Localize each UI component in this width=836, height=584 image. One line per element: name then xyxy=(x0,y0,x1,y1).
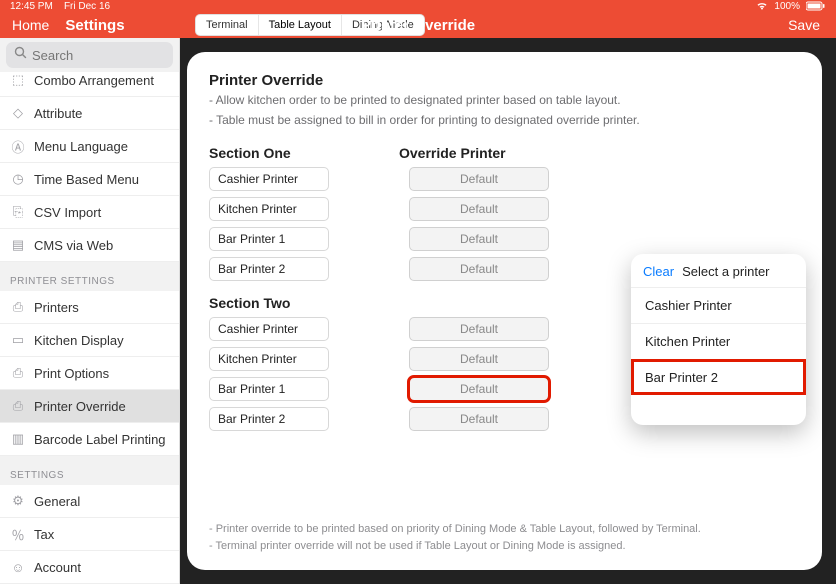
printer-chip[interactable]: Kitchen Printer xyxy=(209,197,329,221)
language-icon: Ⓐ xyxy=(10,138,26,154)
account-icon: ☺ xyxy=(10,559,26,575)
popover-clear-button[interactable]: Clear xyxy=(643,264,674,279)
footnote2: - Terminal printer override will not be … xyxy=(209,538,800,555)
options-icon: ⎙ xyxy=(10,365,26,381)
wifi-icon xyxy=(756,1,768,11)
sidebar-item-attribute[interactable]: ◇ Attribute xyxy=(0,97,179,130)
printer-chip[interactable]: Bar Printer 2 xyxy=(209,407,329,431)
printer-chip[interactable]: Bar Printer 1 xyxy=(209,377,329,401)
override-button[interactable]: Default xyxy=(409,227,549,251)
barcode-icon: ▥ xyxy=(10,431,26,447)
sidebar-item-label: Printers xyxy=(34,300,79,315)
sidebar: ⬚ Combo Arrangement ◇ Attribute Ⓐ Menu Lang… xyxy=(0,38,180,584)
sidebar-section-settings: SETTINGS xyxy=(0,456,179,485)
nav-settings: Settings xyxy=(65,17,124,34)
override-icon: ⎙ xyxy=(10,398,26,414)
override-button[interactable]: Default xyxy=(409,167,549,191)
seg-terminal[interactable]: Terminal xyxy=(196,15,259,35)
content-desc1: - Allow kitchen order to be printed to d… xyxy=(209,91,800,109)
search-icon xyxy=(14,46,27,64)
override-button-highlighted[interactable]: Default xyxy=(409,377,549,401)
sidebar-item-printers[interactable]: ⎙ Printers xyxy=(0,291,179,324)
battery-icon xyxy=(806,1,826,11)
override-button[interactable]: Default xyxy=(409,317,549,341)
search-field[interactable] xyxy=(6,42,173,68)
seg-table-layout[interactable]: Table Layout xyxy=(259,15,342,35)
sidebar-item-label: Printer Override xyxy=(34,399,126,414)
gear-icon: ⚙ xyxy=(10,493,26,509)
override-button[interactable]: Default xyxy=(409,257,549,281)
sidebar-item-label: Tax xyxy=(34,527,54,542)
sidebar-item-label: CSV Import xyxy=(34,205,101,220)
sidebar-item-label: Kitchen Display xyxy=(34,333,124,348)
nav-bar: Home Settings Terminal Table Layout Dini… xyxy=(0,12,836,38)
popover-title: Select a printer xyxy=(682,264,769,279)
printer-chip[interactable]: Cashier Printer xyxy=(209,317,329,341)
sidebar-item-label: Menu Language xyxy=(34,139,128,154)
printer-icon: ⎙ xyxy=(10,299,26,315)
status-time: 12:45 PM xyxy=(10,1,53,12)
sidebar-item-barcode[interactable]: ▥ Barcode Label Printing xyxy=(0,423,179,456)
section-one-header: Section One xyxy=(209,145,399,161)
sidebar-item-label: Time Based Menu xyxy=(34,172,139,187)
display-icon: ▭ xyxy=(10,332,26,348)
sidebar-item-tax[interactable]: ％ Tax xyxy=(0,518,179,551)
sidebar-item-label: Print Options xyxy=(34,366,109,381)
printer-chip[interactable]: Kitchen Printer xyxy=(209,347,329,371)
sidebar-item-print-options[interactable]: ⎙ Print Options xyxy=(0,357,179,390)
printer-select-popover: Clear Select a printer Cashier Printer K… xyxy=(631,254,806,425)
sidebar-item-kitchen-display[interactable]: ▭ Kitchen Display xyxy=(0,324,179,357)
printer-chip[interactable]: Bar Printer 2 xyxy=(209,257,329,281)
status-battery: 100% xyxy=(774,1,800,12)
nav-home[interactable]: Home xyxy=(12,17,49,33)
sidebar-item-label: Combo Arrangement xyxy=(34,73,154,88)
sidebar-item-label: Account xyxy=(34,560,81,575)
sidebar-item-time-menu[interactable]: ◷ Time Based Menu xyxy=(0,163,179,196)
override-button[interactable]: Default xyxy=(409,197,549,221)
sidebar-item-label: CMS via Web xyxy=(34,238,113,253)
sidebar-item-label: Barcode Label Printing xyxy=(34,432,166,447)
override-button[interactable]: Default xyxy=(409,347,549,371)
sidebar-item-csv-import[interactable]: ⎘ CSV Import xyxy=(0,196,179,229)
footnote1: - Printer override to be printed based o… xyxy=(209,521,800,538)
override-header: Override Printer xyxy=(399,145,549,161)
override-button[interactable]: Default xyxy=(409,407,549,431)
status-date: Fri Dec 16 xyxy=(64,1,110,12)
status-bar: 12:45 PM Fri Dec 16 100% xyxy=(0,0,836,12)
popover-item-kitchen[interactable]: Kitchen Printer xyxy=(631,323,806,359)
popover-item-cashier[interactable]: Cashier Printer xyxy=(631,287,806,323)
sidebar-item-label: Attribute xyxy=(34,106,82,121)
sidebar-item-menu-language[interactable]: Ⓐ Menu Language xyxy=(0,130,179,163)
printer-chip[interactable]: Cashier Printer xyxy=(209,167,329,191)
clock-icon: ◷ xyxy=(10,171,26,187)
tax-icon: ％ xyxy=(10,526,26,542)
sidebar-item-label: General xyxy=(34,494,80,509)
content-heading: Printer Override xyxy=(209,72,800,89)
sidebar-item-combo[interactable]: ⬚ Combo Arrangement xyxy=(0,72,179,97)
sidebar-item-general[interactable]: ⚙ General xyxy=(0,485,179,518)
sidebar-item-cms-web[interactable]: ▤ CMS via Web xyxy=(0,229,179,262)
combo-icon: ⬚ xyxy=(10,72,26,88)
printer-chip[interactable]: Bar Printer 1 xyxy=(209,227,329,251)
popover-item-bar2-highlighted[interactable]: Bar Printer 2 xyxy=(631,359,806,395)
save-button[interactable]: Save xyxy=(788,17,820,33)
sidebar-item-printer-override[interactable]: ⎙ Printer Override xyxy=(0,390,179,423)
content-desc2: - Table must be assigned to bill in orde… xyxy=(209,111,800,129)
sidebar-section-printer: PRINTER SETTINGS xyxy=(0,262,179,291)
tag-icon: ◇ xyxy=(10,105,26,121)
csv-icon: ⎘ xyxy=(10,204,26,220)
page-title: Printer Override xyxy=(361,17,475,34)
web-icon: ▤ xyxy=(10,237,26,253)
sidebar-item-account[interactable]: ☺ Account xyxy=(0,551,179,584)
